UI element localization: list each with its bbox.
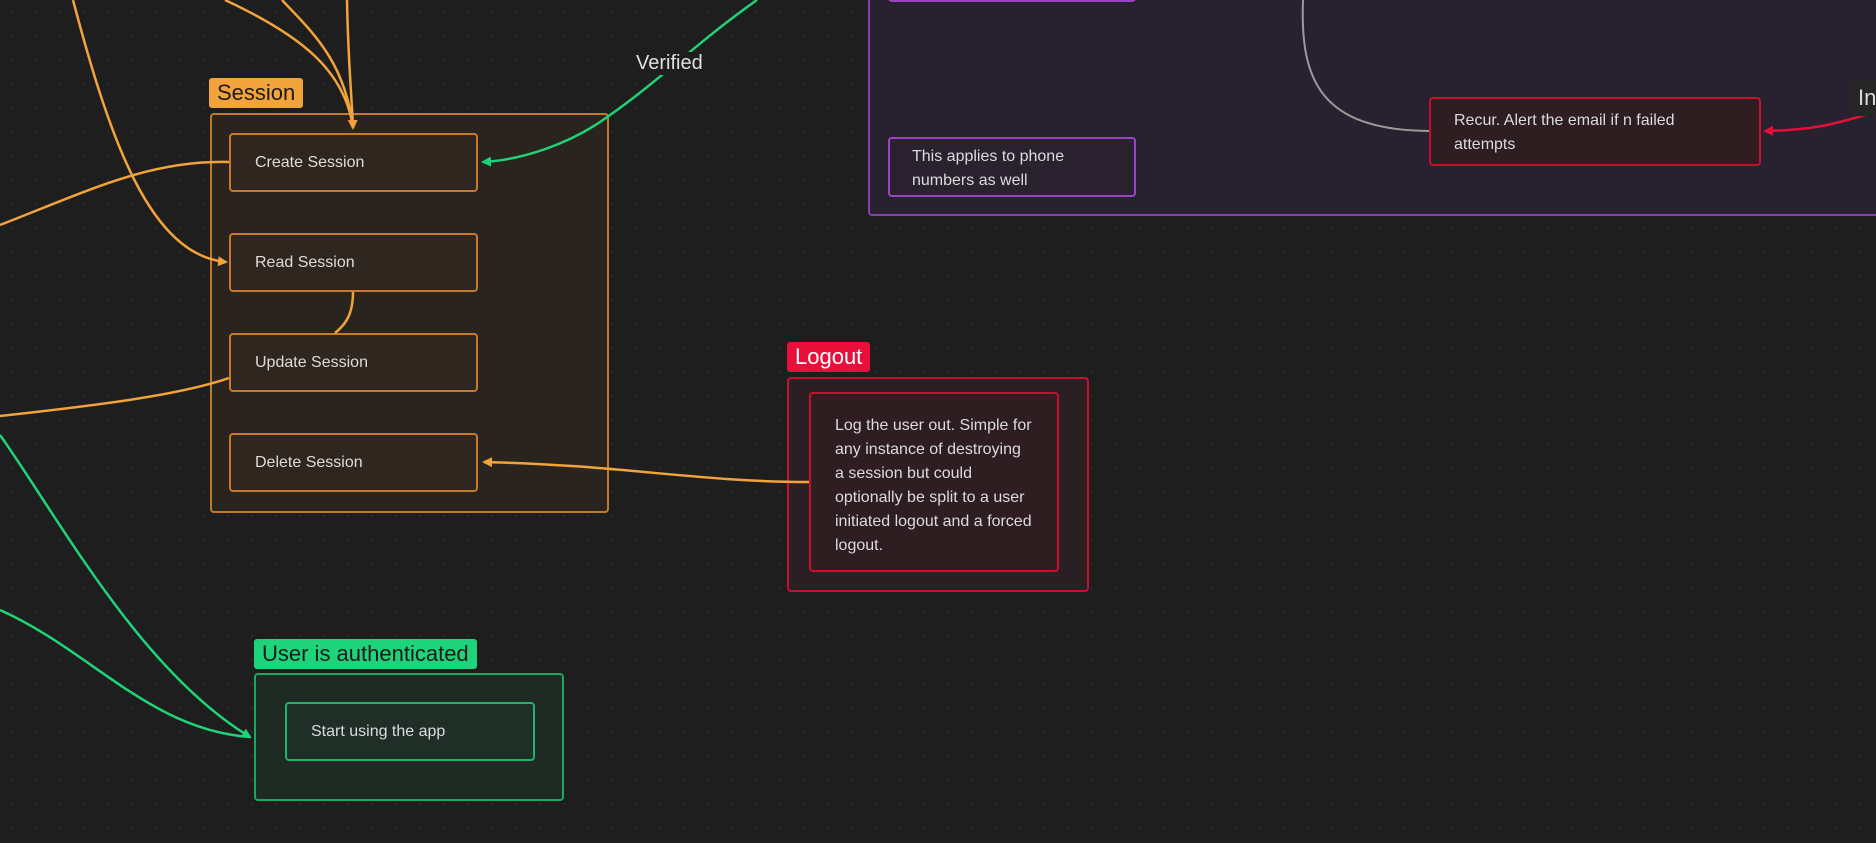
update-session-node[interactable]: Update Session bbox=[229, 333, 478, 392]
verified-edge-label: Verified bbox=[630, 52, 709, 75]
purple-node-top-partial[interactable] bbox=[888, 0, 1136, 2]
edge-green-2 bbox=[0, 608, 251, 739]
create-session-node[interactable]: Create Session bbox=[229, 133, 478, 192]
logout-group-label: Logout bbox=[787, 342, 871, 372]
phone-note-node[interactable]: This applies to phone numbers as well bbox=[888, 137, 1136, 197]
start-using-app-node[interactable]: Start using the app bbox=[285, 702, 535, 761]
edge-into-create-3 bbox=[224, 0, 355, 129]
logout-description-node[interactable]: Log the user out. Simple for any instanc… bbox=[809, 392, 1059, 572]
edge-into-create-2 bbox=[281, 0, 355, 129]
session-group-label: Session bbox=[209, 78, 304, 108]
authenticated-group-label: User is authenticated bbox=[254, 639, 477, 669]
edge-left-update bbox=[0, 376, 230, 418]
delete-session-node[interactable]: Delete Session bbox=[229, 433, 478, 492]
recur-alert-node[interactable]: Recur. Alert the email if n failed attem… bbox=[1429, 97, 1761, 166]
diagram-canvas[interactable]: This applies to phone numbers as well Re… bbox=[0, 0, 1876, 843]
edge-into-create-1 bbox=[345, 0, 358, 130]
read-session-node[interactable]: Read Session bbox=[229, 233, 478, 292]
edge-left-create bbox=[0, 160, 230, 227]
edge-into-read bbox=[71, 0, 228, 267]
off-screen-group-label: In bbox=[1852, 80, 1876, 116]
